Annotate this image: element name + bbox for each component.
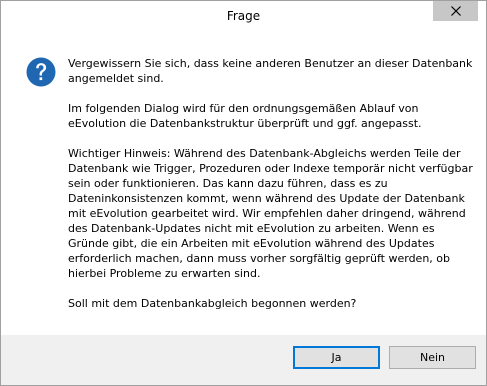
message-text: Vergewissern Sie sich, dass keine andere… — [68, 56, 473, 326]
message-paragraph-warning: Wichtiger Hinweis: Während des Datenbank… — [68, 147, 473, 280]
dialog-title: Frage — [226, 9, 261, 23]
close-button[interactable] — [433, 1, 478, 21]
message-paragraph-users: Vergewissern Sie sich, dass keine andere… — [68, 57, 473, 85]
dialog-window: Frage Vergewissern Sie sich, dass keine … — [0, 0, 487, 386]
message-paragraph-check: Im folgenden Dialog wird für den ordnung… — [68, 102, 422, 130]
question-icon — [26, 57, 56, 87]
message-paragraph-question: Soll mit dem Datenbankabgleich begonnen … — [68, 297, 357, 310]
button-bar: Ja Nein — [1, 335, 486, 385]
title-bar[interactable]: Frage — [1, 1, 486, 31]
no-button[interactable]: Nein — [389, 346, 476, 369]
yes-button[interactable]: Ja — [293, 346, 380, 369]
close-icon — [450, 6, 461, 16]
